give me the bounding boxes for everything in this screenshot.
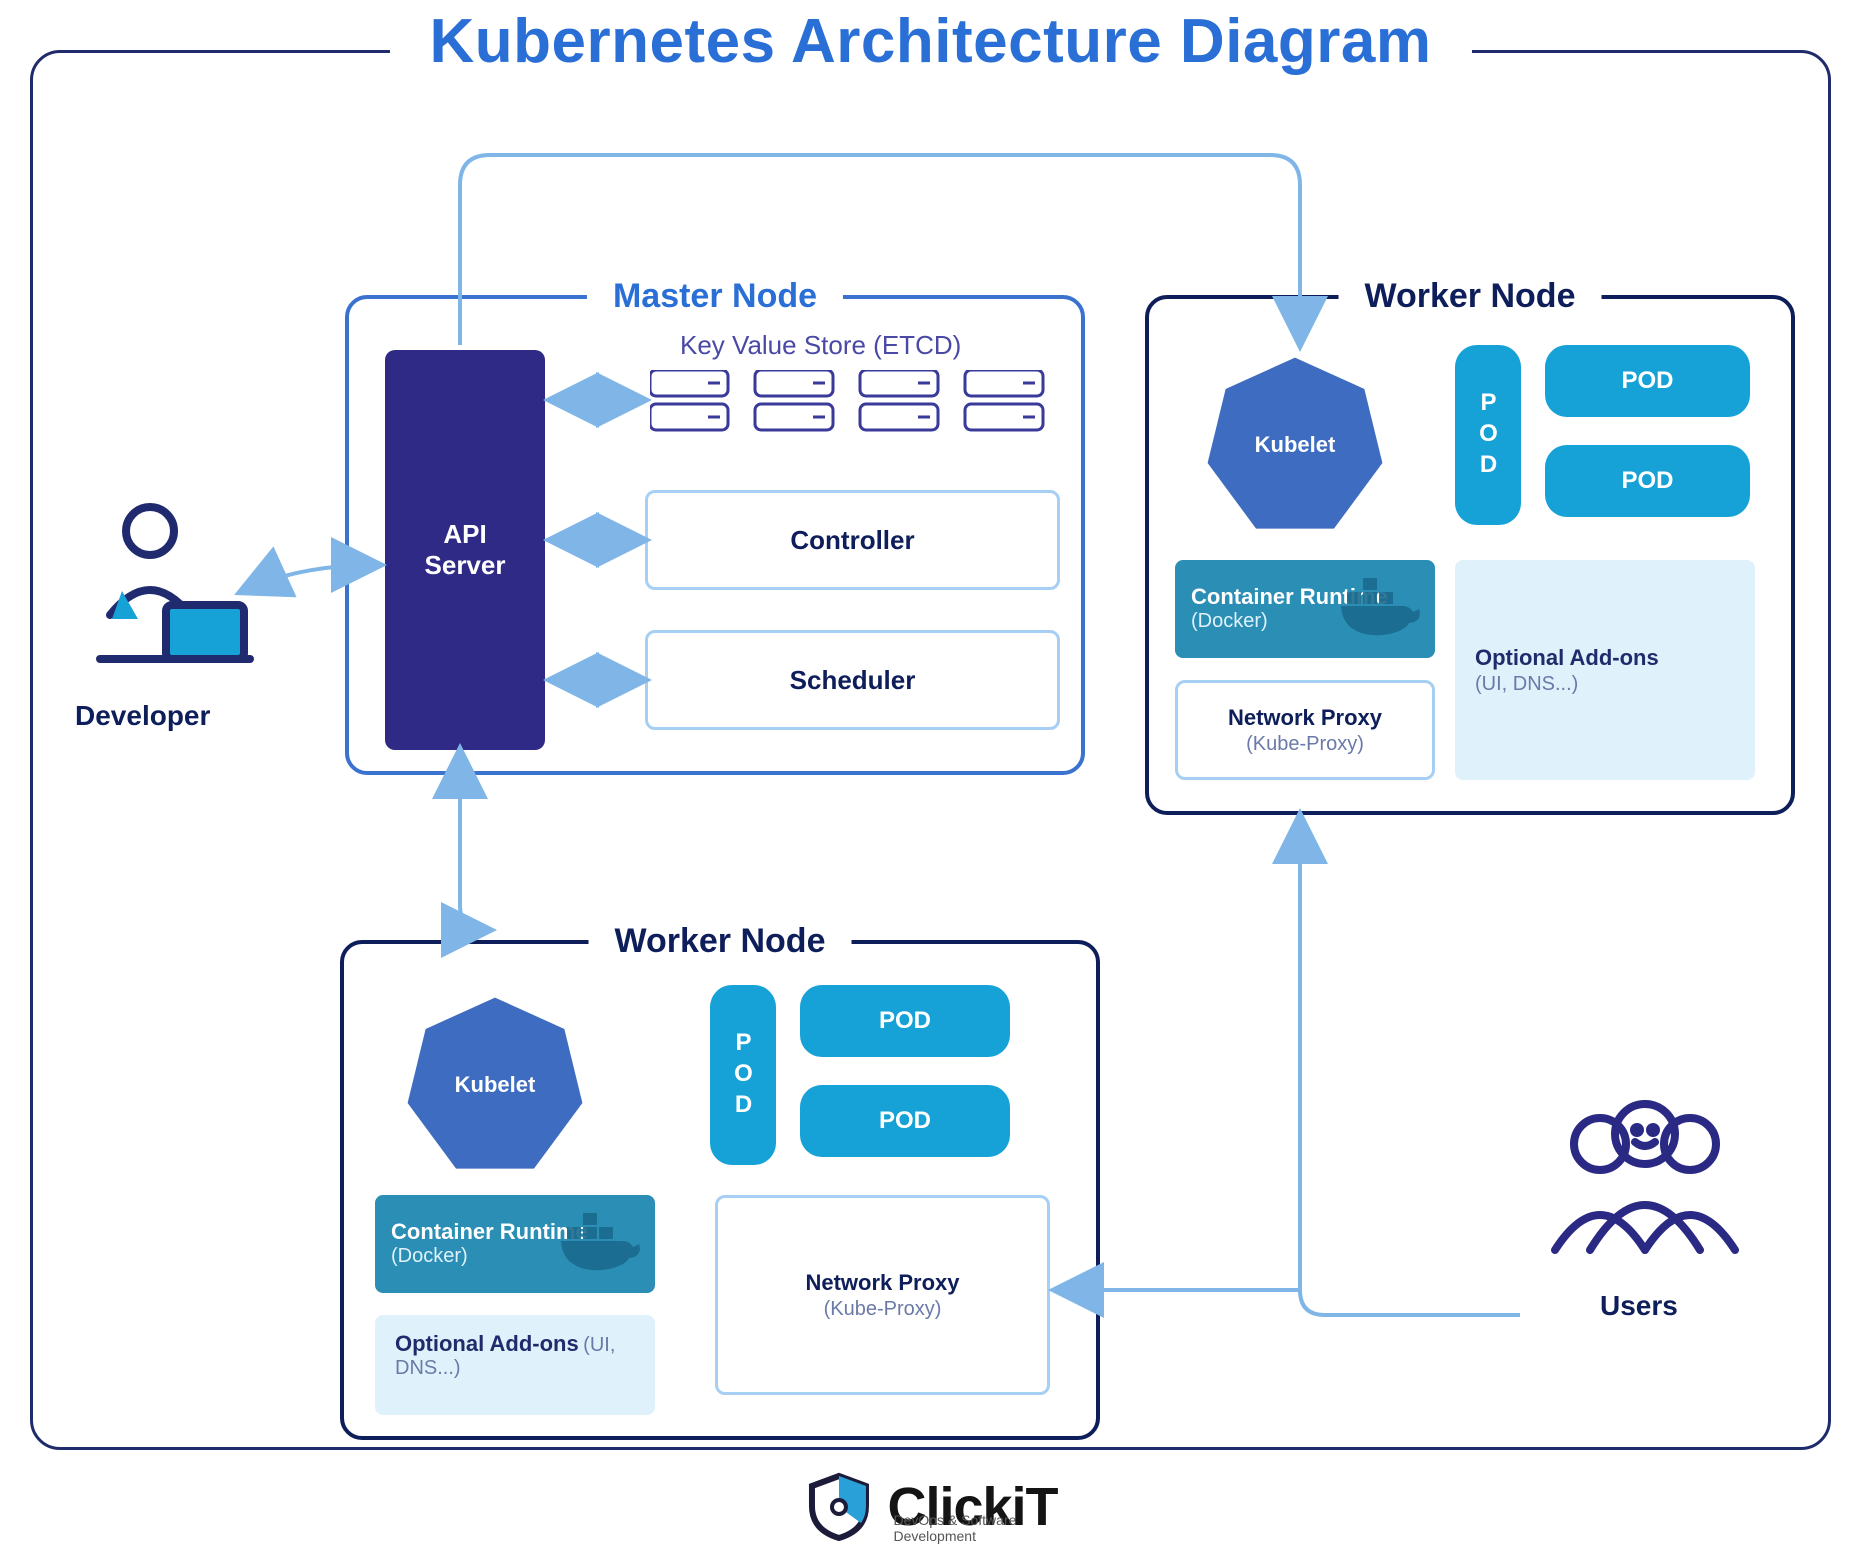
users-icon — [1530, 1090, 1760, 1280]
pod-h-1a: POD — [1545, 345, 1750, 417]
netproxy-sub-2: (Kube-Proxy) — [824, 1298, 942, 1321]
pod-h-2a: POD — [800, 985, 1010, 1057]
addons-sub-1: (UI, DNS...) — [1475, 673, 1735, 696]
netproxy-title-2: Network Proxy — [805, 1270, 959, 1296]
brand-tagline: DevOps & Software Development — [893, 1512, 1057, 1544]
netproxy-sub-1: (Kube-Proxy) — [1246, 733, 1364, 756]
kubelet-hept-1: Kubelet — [1200, 350, 1390, 540]
network-proxy-2: Network Proxy (Kube-Proxy) — [715, 1195, 1050, 1395]
kubelet-label-1: Kubelet — [1200, 350, 1390, 540]
controller-box: Controller — [645, 490, 1060, 590]
container-runtime-2: Container Runtime (Docker) — [375, 1195, 655, 1293]
worker-node-2-legend: Worker Node — [589, 922, 852, 961]
users-label: Users — [1600, 1290, 1678, 1322]
api-server-box: API Server — [385, 350, 545, 750]
addons-1: Optional Add-ons (UI, DNS...) — [1455, 560, 1755, 780]
brand-block: ClickiT DevOps & Software Development — [803, 1472, 1057, 1542]
docker-icon — [559, 1213, 649, 1275]
etcd-icon-group — [650, 370, 1070, 470]
worker-node-1-legend: Worker Node — [1339, 277, 1602, 316]
kubelet-label-2: Kubelet — [400, 990, 590, 1180]
diagram-title: Kubernetes Architecture Diagram — [389, 6, 1471, 77]
scheduler-box: Scheduler — [645, 630, 1060, 730]
developer-label: Developer — [75, 700, 210, 732]
addons-title-2: Optional Add-ons — [395, 1331, 579, 1356]
pod-vert-2: POD — [710, 985, 776, 1165]
docker-icon — [1339, 578, 1429, 640]
addons-title-1: Optional Add-ons — [1475, 645, 1735, 671]
brand-shield-icon — [803, 1472, 873, 1542]
netproxy-title-1: Network Proxy — [1228, 705, 1382, 731]
diagram-stage: Kubernetes Architecture Diagram Master N… — [0, 0, 1861, 1560]
kubelet-hept-2: Kubelet — [400, 990, 590, 1180]
addons-2: Optional Add-ons (UI, DNS...) — [375, 1315, 655, 1415]
pod-h-2b: POD — [800, 1085, 1010, 1157]
pod-h-1b: POD — [1545, 445, 1750, 517]
network-proxy-1: Network Proxy (Kube-Proxy) — [1175, 680, 1435, 780]
pod-vert-1: POD — [1455, 345, 1521, 525]
container-runtime-1: Container Runtime (Docker) — [1175, 560, 1435, 658]
developer-icon — [70, 495, 260, 685]
etcd-caption: Key Value Store (ETCD) — [680, 330, 961, 361]
master-node-legend: Master Node — [587, 277, 843, 316]
